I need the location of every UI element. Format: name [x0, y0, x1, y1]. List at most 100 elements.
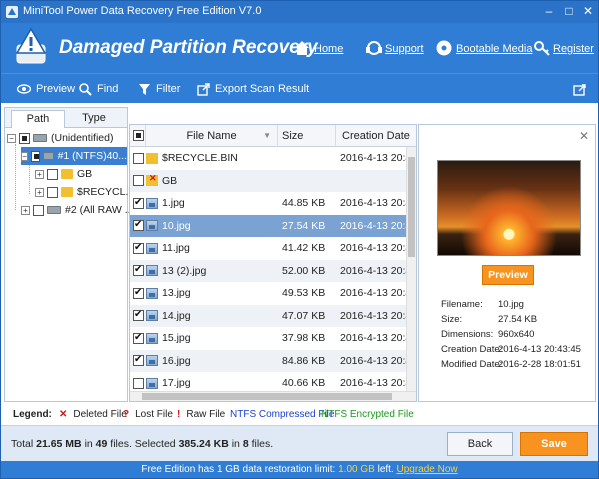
- image-file-icon: [146, 355, 158, 367]
- file-name: 14.jpg: [162, 309, 191, 322]
- file-checkbox[interactable]: [133, 377, 144, 389]
- folder-icon: [146, 152, 158, 164]
- tree-checkbox[interactable]: [31, 150, 40, 162]
- register-link[interactable]: Register: [553, 43, 594, 55]
- file-name: 11.jpg: [162, 242, 190, 255]
- collapse-icon[interactable]: −: [21, 151, 29, 161]
- total-in: in: [84, 438, 93, 450]
- bootable-media-link[interactable]: Bootable Media: [456, 43, 532, 55]
- selected-size: 385.24 KB: [178, 438, 229, 450]
- file-size: 40.66 KB: [282, 377, 326, 390]
- tab-type[interactable]: Type: [67, 110, 121, 128]
- tree-node-recycle[interactable]: + $RECYCL...: [35, 183, 134, 201]
- deleted-mark-icon: ✕: [59, 409, 68, 420]
- file-row[interactable]: 1.jpg 44.85 KB 2016-4-13 20:43:4: [130, 192, 406, 215]
- tree-node-unidentified[interactable]: − (Unidentified): [7, 129, 113, 147]
- expand-icon[interactable]: +: [35, 169, 44, 179]
- file-checkbox[interactable]: [133, 354, 144, 367]
- file-checkbox[interactable]: [133, 175, 144, 187]
- info-creation-date: Creation Date:2016-4-13 20:43:45: [441, 344, 581, 355]
- file-row[interactable]: ✕ GB: [130, 169, 406, 192]
- save-button[interactable]: Save: [520, 432, 588, 456]
- tree-checkbox[interactable]: [19, 132, 30, 144]
- limit-amount: 1.00 GB: [338, 464, 375, 475]
- scroll-thumb[interactable]: [142, 393, 392, 400]
- tree-node-label: (Unidentified): [51, 132, 114, 144]
- home-link[interactable]: Home: [314, 43, 343, 55]
- select-all-checkbox[interactable]: [133, 130, 144, 141]
- tree-line: [29, 160, 30, 194]
- column-creation-date[interactable]: Creation Date: [336, 125, 416, 147]
- maximize-button[interactable]: □: [560, 3, 578, 19]
- info-key: Modified Date:: [441, 359, 503, 370]
- close-preview-icon[interactable]: ✕: [579, 129, 589, 143]
- tree-checkbox[interactable]: [47, 168, 58, 180]
- image-file-icon: [146, 287, 158, 299]
- export-scan-result-button[interactable]: Export Scan Result: [197, 74, 309, 104]
- vertical-scrollbar[interactable]: [406, 147, 416, 391]
- tree-line: [15, 144, 16, 210]
- tree-checkbox[interactable]: [47, 186, 58, 198]
- image-file-icon: [146, 377, 158, 389]
- tree-node-raw[interactable]: + #2 (All RAW ...: [21, 201, 133, 219]
- file-checkbox[interactable]: [133, 242, 144, 254]
- file-date: 2016-4-13 20:43:4: [340, 219, 406, 232]
- column-date-label: Creation Date: [342, 130, 410, 142]
- file-date: 2016-4-13 20:43:4: [340, 197, 406, 210]
- file-row[interactable]: 15.jpg 37.98 KB 2016-4-13 20:43:4: [130, 327, 406, 350]
- preview-tool-button[interactable]: Preview: [17, 74, 75, 104]
- file-name: 16.jpg: [162, 354, 191, 367]
- disc-icon: [436, 40, 452, 56]
- tree-node-ntfs[interactable]: − #1 (NTFS)40...: [21, 147, 127, 165]
- header-select-all[interactable]: [130, 125, 146, 147]
- file-checkbox[interactable]: [133, 264, 144, 277]
- preview-thumbnail: [437, 160, 581, 256]
- file-row[interactable]: 11.jpg 41.42 KB 2016-4-13 20:43:4: [130, 237, 406, 260]
- scroll-thumb[interactable]: [408, 157, 415, 257]
- file-row[interactable]: 13.jpg 49.53 KB 2016-4-13 20:43:4: [130, 282, 406, 305]
- file-row[interactable]: 14.jpg 47.07 KB 2016-4-13 20:43:4: [130, 304, 406, 327]
- file-name: 1.jpg: [162, 197, 185, 210]
- file-checkbox[interactable]: [133, 332, 144, 344]
- file-checkbox[interactable]: [133, 152, 144, 164]
- expand-icon[interactable]: +: [35, 187, 44, 197]
- file-size: 27.54 KB: [282, 219, 326, 232]
- collapse-icon[interactable]: −: [7, 133, 16, 143]
- upgrade-now-link[interactable]: Upgrade Now: [397, 464, 458, 475]
- column-size[interactable]: Size: [278, 125, 336, 147]
- share-button[interactable]: [573, 74, 587, 104]
- back-button[interactable]: Back: [447, 432, 513, 456]
- lost-mark-icon: ?: [123, 409, 130, 420]
- image-file-icon: [146, 310, 158, 322]
- file-checkbox[interactable]: [133, 309, 144, 322]
- column-file-name-label: File Name: [186, 130, 237, 142]
- horizontal-scrollbar[interactable]: [130, 391, 416, 401]
- find-tool-button[interactable]: Find: [79, 74, 118, 104]
- column-file-name[interactable]: File Name ▼: [146, 125, 278, 147]
- export-icon: [197, 82, 210, 96]
- view-tabs: Path Type: [5, 108, 127, 128]
- file-checkbox[interactable]: [133, 287, 144, 299]
- status-bar: Total 21.65 MB in 49 files. Selected 385…: [1, 425, 598, 461]
- tree-node-gb[interactable]: + GB: [35, 165, 92, 183]
- minimize-button[interactable]: –: [540, 3, 558, 19]
- file-row[interactable]: 16.jpg 84.86 KB 2016-4-13 20:43:4: [130, 349, 406, 372]
- app-icon: [6, 6, 18, 18]
- file-row[interactable]: $RECYCLE.BIN 2016-4-13 20:43:4: [130, 147, 406, 170]
- expand-icon[interactable]: +: [21, 205, 30, 215]
- page-title: Damaged Partition Recovery: [59, 37, 318, 58]
- toolbar: Preview Find Filter Export Scan Result: [1, 73, 598, 103]
- preview-button[interactable]: Preview: [482, 265, 534, 285]
- file-checkbox[interactable]: [133, 219, 144, 232]
- file-name: 13.jpg: [162, 287, 191, 300]
- file-row[interactable]: 10.jpg 27.54 KB 2016-4-13 20:43:4: [130, 214, 406, 237]
- file-checkbox[interactable]: [133, 197, 144, 209]
- limit-text: Free Edition has 1 GB data restoration l…: [141, 464, 336, 475]
- filter-tool-button[interactable]: Filter: [138, 74, 180, 104]
- close-window-button[interactable]: ✕: [579, 3, 597, 19]
- tree-checkbox[interactable]: [33, 204, 44, 216]
- support-link[interactable]: Support: [385, 43, 424, 55]
- tab-path[interactable]: Path: [11, 110, 65, 128]
- file-date: 2016-4-13 20:43:4: [340, 264, 406, 277]
- file-row[interactable]: 13 (2).jpg 52.00 KB 2016-4-13 20:43:4: [130, 259, 406, 282]
